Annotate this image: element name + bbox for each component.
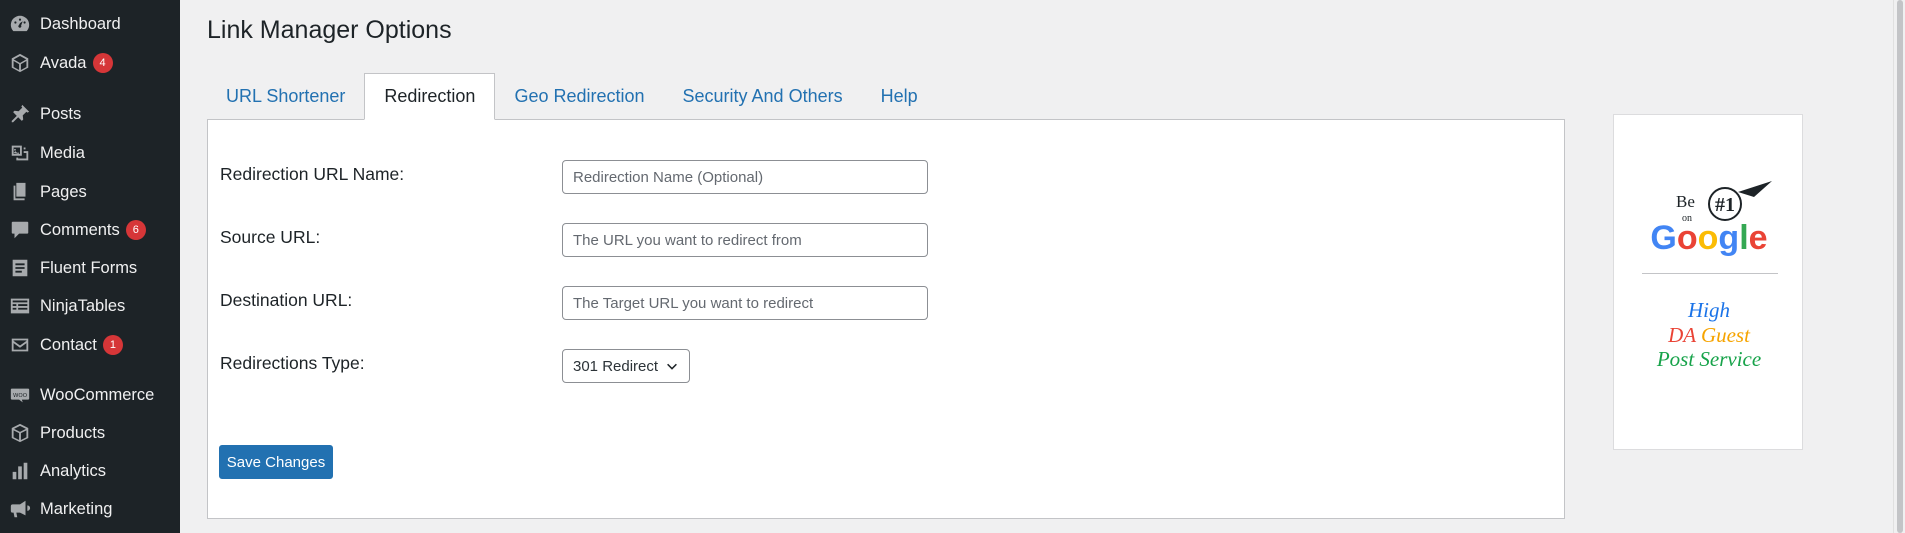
box-icon: [8, 421, 32, 445]
sidebar-item-analytics[interactable]: Analytics: [0, 453, 180, 489]
sidebar-item-dashboard[interactable]: Dashboard: [0, 6, 180, 42]
sidebar-item-pages[interactable]: Pages: [0, 174, 180, 210]
destination-url-input[interactable]: [562, 286, 928, 320]
sidebar-item-label: Fluent Forms: [40, 258, 138, 277]
pin-icon: [8, 102, 32, 126]
tab-url-shortener[interactable]: URL Shortener: [207, 73, 364, 120]
avada-icon: [8, 51, 32, 75]
source-url-input[interactable]: [562, 223, 928, 257]
scrollbar-thumb[interactable]: [1897, 0, 1903, 533]
sidebar-item-label: Marketing: [40, 499, 113, 518]
ad-line-high: High: [1688, 298, 1730, 322]
sidebar-item-label: Comments: [40, 220, 120, 239]
svg-text:Be: Be: [1676, 192, 1695, 211]
sidebar-item-label: Contact: [40, 335, 97, 354]
sidebar-item-label: Products: [40, 423, 106, 442]
redirection-type-row: Redirections Type: 301 Redirect: [220, 349, 1220, 385]
sidebar-item-posts[interactable]: Posts: [0, 96, 180, 132]
sidebar-item-fluent-forms[interactable]: Fluent Forms: [0, 250, 180, 286]
redirection-name-label: Redirection URL Name:: [220, 164, 405, 184]
ad-line-da-guest: DA Guest: [1614, 323, 1804, 348]
pending-count-badge: 6: [125, 220, 146, 240]
sidebar-item-products[interactable]: Products: [0, 415, 180, 451]
tab-redirection[interactable]: Redirection: [364, 73, 496, 120]
admin-sidebar: Dashboard Avada 4 Posts Media Pages Comm…: [0, 0, 180, 533]
be-number-one-on-google-logo: Be on #1 Google: [1650, 181, 1772, 257]
svg-text:WOO: WOO: [13, 393, 28, 399]
redirection-name-row: Redirection URL Name:: [220, 160, 1220, 196]
media-icon: [8, 141, 32, 165]
page-scrollbar[interactable]: [1893, 0, 1905, 533]
page-title: Link Manager Options: [207, 16, 452, 44]
destination-url-row: Destination URL:: [220, 286, 1220, 322]
message-count-badge: 1: [102, 335, 123, 355]
megaphone-icon: [8, 497, 32, 521]
ad-line-post-service: Post Service: [1656, 347, 1762, 371]
table-icon: [8, 294, 32, 318]
ad-divider: [1642, 273, 1778, 274]
redirection-name-input[interactable]: [562, 160, 928, 194]
sidebar-item-label: NinjaTables: [40, 296, 126, 315]
destination-url-label: Destination URL:: [220, 290, 353, 310]
redirection-type-value: 301 Redirect: [573, 357, 659, 375]
source-url-row: Source URL:: [220, 223, 1220, 259]
sidebar-item-ninjatables[interactable]: NinjaTables: [0, 288, 180, 324]
pages-icon: [8, 180, 32, 204]
woo-icon: WOO: [8, 383, 32, 407]
sidebar-item-media[interactable]: Media: [0, 135, 180, 171]
tab-security-and-others[interactable]: Security And Others: [664, 73, 862, 120]
bar-chart-icon: [8, 459, 32, 483]
source-url-label: Source URL:: [220, 227, 321, 247]
svg-text:Google: Google: [1650, 219, 1767, 257]
comment-icon: [8, 218, 32, 242]
tab-help[interactable]: Help: [862, 73, 937, 120]
svg-text:#1: #1: [1715, 194, 1735, 216]
redirection-type-label: Redirections Type:: [220, 353, 365, 373]
sidebar-item-marketing[interactable]: Marketing: [0, 491, 180, 527]
redirection-type-select[interactable]: 301 Redirect: [562, 349, 690, 383]
sidebar-item-label: Avada: [40, 53, 87, 72]
mail-icon: [8, 333, 32, 357]
update-count-badge: 4: [92, 53, 113, 73]
sidebar-item-comments[interactable]: Comments 6: [0, 212, 180, 248]
sidebar-item-avada[interactable]: Avada 4: [0, 45, 180, 81]
sidebar-item-label: Pages: [40, 182, 87, 201]
forms-icon: [8, 256, 32, 280]
save-changes-button[interactable]: Save Changes: [219, 445, 333, 479]
sidebar-item-contact[interactable]: Contact 1: [0, 327, 180, 363]
redirection-form-panel: Redirection URL Name: Source URL: Destin…: [207, 119, 1565, 519]
ad-da-text: DA: [1668, 323, 1701, 347]
sidebar-item-label: Media: [40, 143, 85, 162]
tab-geo-redirection[interactable]: Geo Redirection: [495, 73, 663, 120]
dashboard-icon: [8, 12, 32, 36]
guest-post-ad[interactable]: Be on #1 Google High DA Guest Post Servi…: [1613, 114, 1803, 450]
sidebar-item-label: Dashboard: [40, 14, 121, 33]
tab-bar: URL Shortener Redirection Geo Redirectio…: [207, 73, 937, 120]
ad-line-da-guest-text: DA Guest: [1668, 323, 1750, 347]
sidebar-item-label: Analytics: [40, 461, 107, 480]
sidebar-item-label: Posts: [40, 104, 82, 123]
sidebar-item-woocommerce[interactable]: WOO WooCommerce: [0, 377, 180, 413]
sidebar-item-label: WooCommerce: [40, 385, 155, 404]
ad-guest-text: Guest: [1700, 323, 1750, 347]
chevron-down-icon: [667, 363, 677, 370]
